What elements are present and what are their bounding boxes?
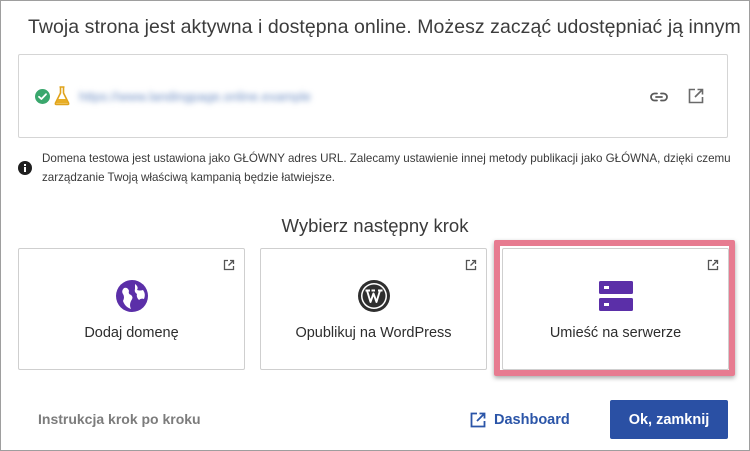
host-on-server-card[interactable]: Umieść na serwerze [502,248,729,370]
host-on-server-label: Umieść na serwerze [549,325,682,341]
ok-close-button[interactable]: Ok, zamknij [610,400,728,439]
flask-icon [54,86,70,106]
step-by-step-guide-link[interactable]: Instrukcja krok po kroku [38,411,201,427]
info-icon [18,161,32,175]
globe-icon [115,279,149,313]
add-domain-label: Dodaj domenę [84,325,179,341]
add-domain-card[interactable]: Dodaj domenę [18,248,245,370]
dialog-headline: Twoja strona jest aktywna i dostępna onl… [28,16,741,38]
external-link-icon [470,412,486,428]
external-link-icon [223,258,235,271]
open-external-icon[interactable] [687,87,705,105]
publish-wordpress-card[interactable]: Opublikuj na WordPress [260,248,487,370]
dashboard-button[interactable]: Dashboard [470,410,570,430]
next-step-title: Wybierz następny krok [281,215,469,236]
external-link-icon [707,258,719,271]
dashboard-label: Dashboard [494,412,570,428]
publish-wordpress-label: Opublikuj na WordPress [295,325,452,341]
external-link-icon [465,258,477,271]
wordpress-icon [357,279,391,313]
published-url-link[interactable]: https://www.landingpage.online.example [79,89,339,103]
check-icon [35,89,50,104]
server-icon [598,279,633,313]
info-text: Domena testowa jest ustawiona jako GŁÓWN… [42,152,731,184]
copy-link-icon[interactable] [649,87,669,107]
published-url-box: https://www.landingpage.online.example [18,54,728,138]
